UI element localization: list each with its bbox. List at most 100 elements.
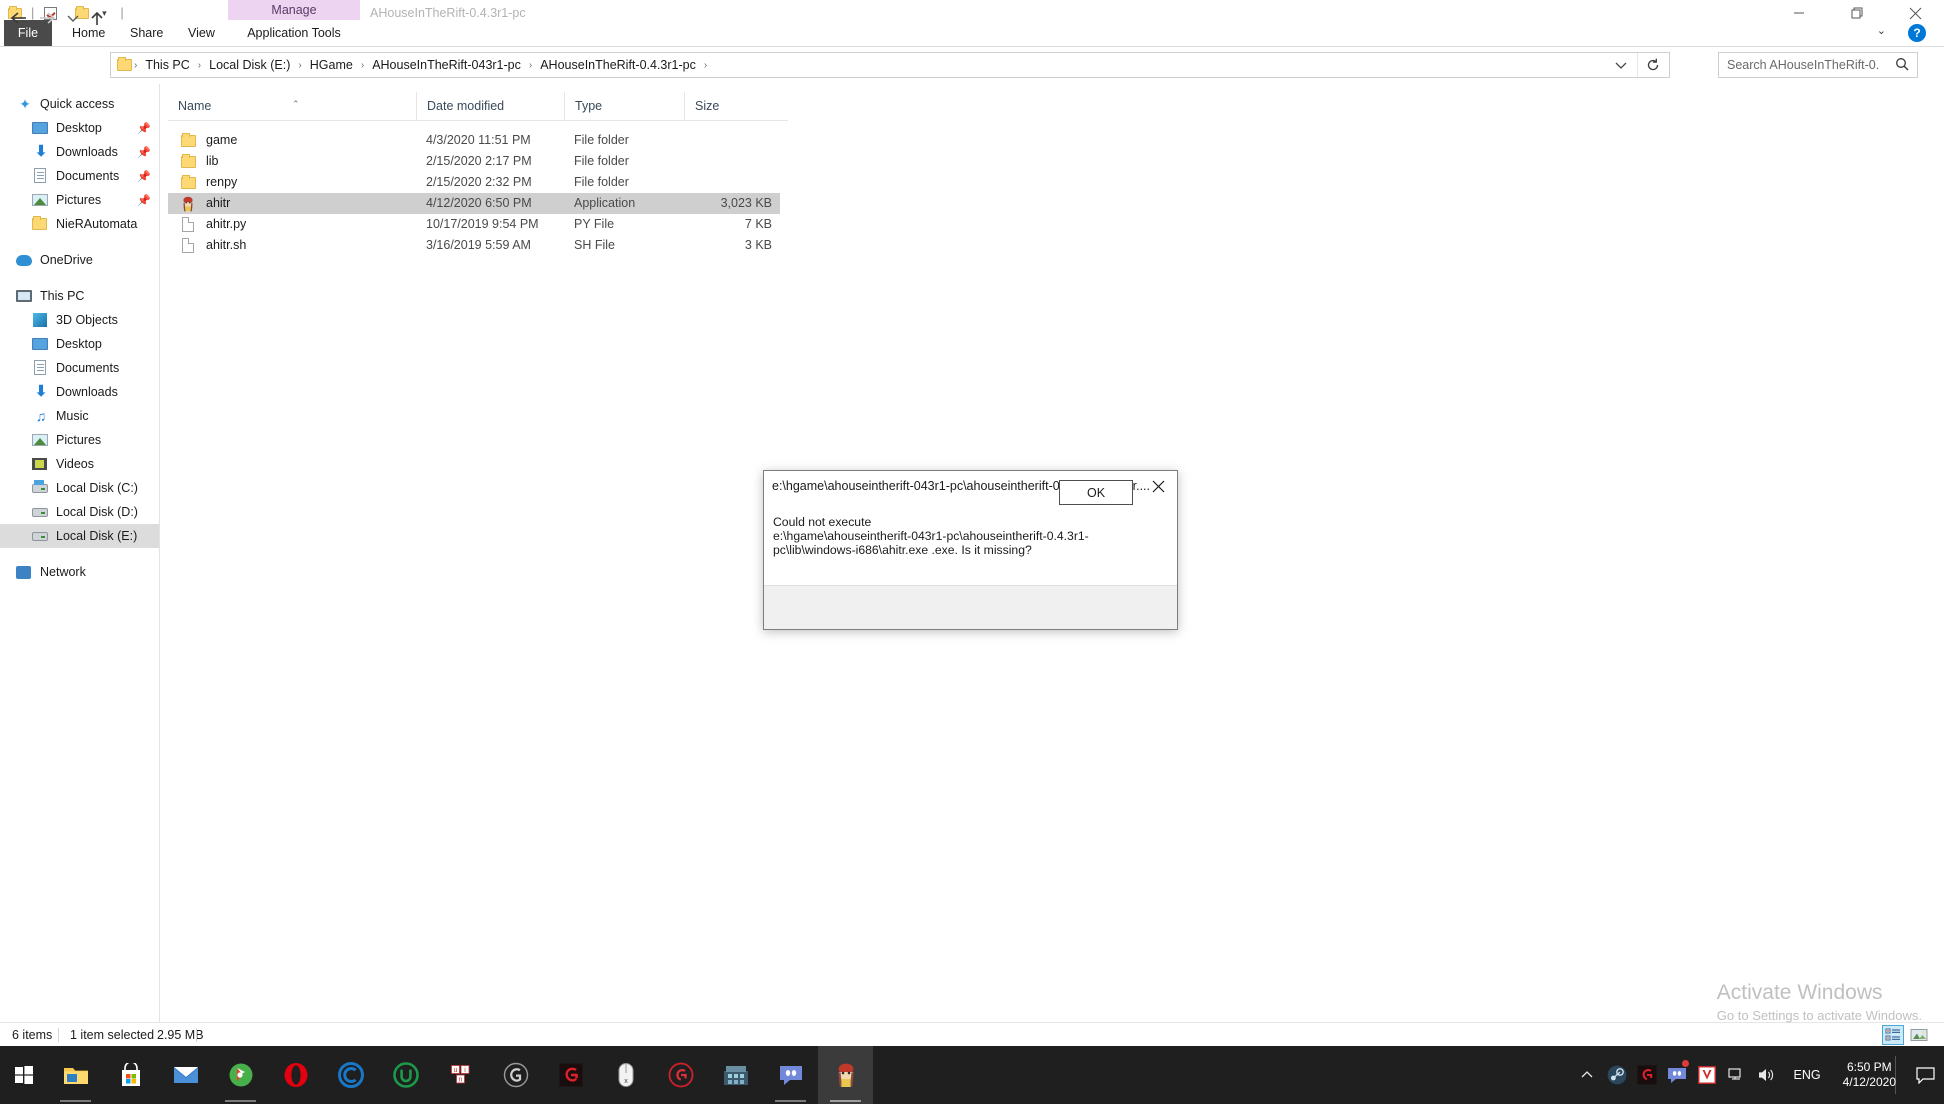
ok-button-label: OK — [1086, 485, 1106, 500]
breadcrumb-separator[interactable]: › — [132, 60, 139, 71]
sidebar-item-label: Desktop — [56, 337, 102, 351]
breadcrumb-separator[interactable]: › — [527, 60, 534, 71]
garena-tray-icon[interactable] — [1632, 1046, 1662, 1104]
search-input[interactable] — [1719, 58, 1879, 72]
sidebar-item-pictures[interactable]: Pictures — [0, 428, 159, 452]
taskbar-item-game-app[interactable] — [708, 1046, 763, 1104]
breadcrumb-item-hgame[interactable]: HGame — [304, 53, 359, 77]
table-row[interactable]: ahitr 4/12/2020 6:50 PM Application 3,02… — [168, 193, 780, 214]
forward-button[interactable] — [36, 7, 58, 29]
sidebar-item-label: Local Disk (C:) — [56, 481, 138, 495]
taskbar-item-discord[interactable] — [763, 1046, 818, 1104]
sidebar-item-network[interactable]: Network — [0, 560, 159, 584]
sidebar-item-local-disk-d[interactable]: Local Disk (D:) — [0, 500, 159, 524]
column-header-type[interactable]: Type — [564, 92, 684, 120]
taskbar-item-coccoc[interactable] — [323, 1046, 378, 1104]
dialog-close-button[interactable] — [1139, 471, 1177, 501]
discord-tray-icon[interactable] — [1662, 1046, 1692, 1104]
refresh-button[interactable] — [1637, 53, 1667, 77]
dialog-footer — [764, 585, 1177, 629]
back-button[interactable] — [8, 7, 30, 29]
breadcrumb-item-local-disk-e[interactable]: Local Disk (E:) — [203, 53, 296, 77]
sidebar-item-videos[interactable]: Videos — [0, 452, 159, 476]
sidebar-group-this-pc[interactable]: This PC — [0, 284, 159, 308]
volume-tray-icon[interactable] — [1752, 1046, 1782, 1104]
table-row[interactable]: game 4/3/2020 11:51 PM File folder — [168, 130, 780, 151]
sidebar-item-music[interactable]: ♫ Music — [0, 404, 159, 428]
sidebar-item-documents-qa[interactable]: Documents 📌 — [0, 164, 159, 188]
status-item-count: 6 items — [12, 1028, 53, 1042]
taskbar-item-garena-red[interactable] — [543, 1046, 598, 1104]
sidebar-group-quick-access[interactable]: ✦ Quick access — [0, 92, 159, 116]
action-center-icon[interactable] — [1906, 1046, 1944, 1104]
column-header-date-modified[interactable]: Date modified — [416, 92, 564, 120]
taskbar-item-ahitr-game[interactable] — [818, 1046, 873, 1104]
document-icon — [32, 360, 50, 376]
breadcrumb-separator[interactable]: › — [196, 60, 203, 71]
taskbar-item-red-circle-app[interactable] — [653, 1046, 708, 1104]
watermark-title: Activate Windows — [1716, 981, 1883, 1004]
address-field[interactable]: › This PC › Local Disk (E:) › HGame › AH… — [110, 52, 1670, 78]
vietkey-tray-icon[interactable] — [1692, 1046, 1722, 1104]
breadcrumb-item-ahouseintherift-043r1-pc-inner[interactable]: AHouseInTheRift-0.4.3r1-pc — [534, 53, 702, 77]
search-box[interactable] — [1718, 52, 1918, 78]
steam-tray-icon[interactable] — [1602, 1046, 1632, 1104]
breadcrumb-separator[interactable]: › — [359, 60, 366, 71]
search-icon[interactable] — [1895, 57, 1909, 74]
pin-icon[interactable]: 📌 — [137, 170, 151, 183]
table-row[interactable]: renpy 2/15/2020 2:32 PM File folder — [168, 172, 780, 193]
taskbar-item-file-explorer[interactable] — [48, 1046, 103, 1104]
sidebar-item-local-disk-c[interactable]: Local Disk (C:) — [0, 476, 159, 500]
sidebar-item-pictures-qa[interactable]: Pictures 📌 — [0, 188, 159, 212]
table-row[interactable]: ahitr.sh 3/16/2019 5:59 AM SH File 3 KB — [168, 235, 780, 256]
sidebar-item-downloads[interactable]: ⬇ Downloads — [0, 380, 159, 404]
show-hidden-icons-button[interactable] — [1572, 1046, 1602, 1104]
taskbar-item-garena-gray[interactable] — [488, 1046, 543, 1104]
up-button[interactable] — [86, 7, 108, 29]
tab-application-tools[interactable]: Application Tools — [228, 20, 360, 46]
column-header-name[interactable]: ⌃ Name — [168, 92, 416, 120]
taskbar: u i n x ENG 6:50 PM 4/12/2020 — [0, 1046, 1944, 1104]
column-header-type-label: Type — [575, 99, 603, 113]
taskbar-item-mouse-app[interactable]: x — [598, 1046, 653, 1104]
table-row[interactable]: lib 2/15/2020 2:17 PM File folder — [168, 151, 780, 172]
column-header-size[interactable]: Size — [684, 92, 780, 120]
ribbon-collapse-caret-icon[interactable]: ⌄ — [1877, 24, 1886, 37]
breadcrumb-separator[interactable]: › — [296, 60, 303, 71]
start-button[interactable] — [0, 1046, 48, 1104]
language-indicator[interactable]: ENG — [1782, 1068, 1833, 1082]
sidebar-item-documents[interactable]: Documents — [0, 356, 159, 380]
taskbar-item-mail[interactable] — [158, 1046, 213, 1104]
sidebar-item-downloads-qa[interactable]: ⬇ Downloads 📌 — [0, 140, 159, 164]
breadcrumb-item-ahouseintherift-043r1-pc[interactable]: AHouseInTheRift-043r1-pc — [366, 53, 527, 77]
breadcrumb-separator[interactable]: › — [702, 60, 709, 71]
pin-icon[interactable]: 📌 — [137, 146, 151, 159]
taskbar-item-utorrent[interactable] — [378, 1046, 433, 1104]
pin-icon[interactable]: 📌 — [137, 194, 151, 207]
large-icons-view-button[interactable] — [1908, 1025, 1930, 1045]
pin-icon[interactable]: 📌 — [137, 122, 151, 135]
taskbar-item-opera[interactable] — [268, 1046, 323, 1104]
sidebar-item-desktop-qa[interactable]: Desktop 📌 — [0, 116, 159, 140]
sidebar-item-desktop[interactable]: Desktop — [0, 332, 159, 356]
table-row[interactable]: ahitr.py 10/17/2019 9:54 PM PY File 7 KB — [168, 214, 780, 235]
taskbar-item-green-app[interactable] — [213, 1046, 268, 1104]
address-folder-icon — [117, 57, 132, 71]
sidebar-item-nierautomata[interactable]: NieRAutomata — [0, 212, 159, 236]
clock[interactable]: 6:50 PM 4/12/2020 — [1833, 1060, 1906, 1090]
breadcrumb-item-this-pc[interactable]: This PC — [139, 53, 195, 77]
recent-locations-button[interactable] — [62, 7, 84, 29]
sidebar-item-local-disk-e[interactable]: Local Disk (E:) — [0, 524, 159, 548]
ok-button[interactable]: OK — [1059, 480, 1133, 505]
sidebar-item-label: Downloads — [56, 145, 118, 159]
network-tray-icon[interactable] — [1722, 1046, 1752, 1104]
tab-view[interactable]: View — [176, 20, 227, 46]
tab-share[interactable]: Share — [118, 20, 175, 46]
sidebar-item-3d-objects[interactable]: 3D Objects — [0, 308, 159, 332]
help-icon[interactable]: ? — [1908, 24, 1926, 42]
taskbar-item-microsoft-store[interactable] — [103, 1046, 158, 1104]
taskbar-item-unikey[interactable]: u i n — [433, 1046, 488, 1104]
details-view-button[interactable] — [1882, 1025, 1904, 1045]
sidebar-item-onedrive[interactable]: OneDrive — [0, 248, 159, 272]
address-dropdown-icon[interactable] — [1607, 53, 1635, 77]
